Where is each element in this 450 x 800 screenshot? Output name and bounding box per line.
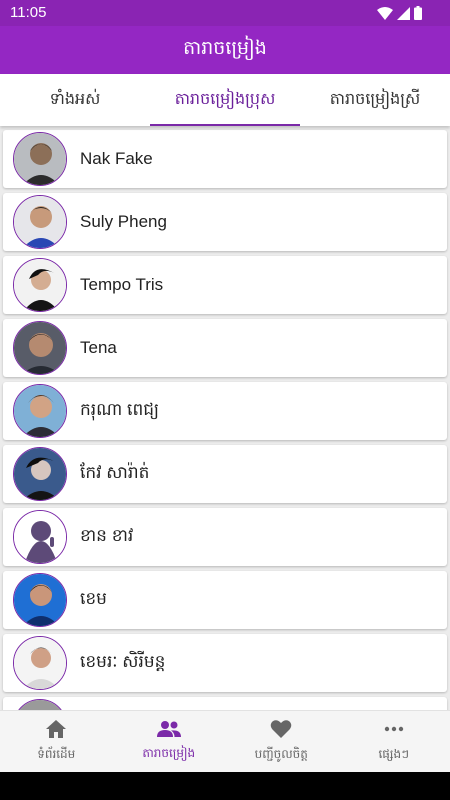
tab-label: តារាចម្រៀងប្រុស (174, 89, 276, 108)
avatar (13, 321, 67, 375)
system-nav-bar (0, 772, 450, 800)
tab-male-singers[interactable]: តារាចម្រៀងប្រុស (150, 74, 300, 126)
avatar (13, 699, 67, 710)
nav-home[interactable]: ទំព័រដើម (0, 711, 113, 772)
artist-name: Tempo Tris (80, 275, 164, 294)
avatar (13, 384, 67, 438)
avatar (13, 195, 67, 249)
avatar (13, 132, 67, 186)
list-item[interactable]: ខេម (3, 571, 447, 629)
list-item[interactable]: Tempo Tris (3, 256, 447, 314)
list-item[interactable]: កែវ សារ៉ាត់ (3, 445, 447, 503)
avatar (13, 573, 67, 627)
wifi-icon (377, 5, 393, 24)
artist-name: ខាន ខាវ (80, 525, 134, 545)
artist-name: ករុណា ពេជ្យ (80, 399, 160, 419)
more-icon (383, 719, 405, 743)
artist-name: Nak Fake (80, 149, 153, 168)
battery-icon (414, 5, 422, 24)
nav-label: ផ្សេងៗ (378, 747, 410, 761)
artist-name: Tena (80, 338, 117, 357)
list-item[interactable]: ខេមរៈ សិរីមន្ត (3, 634, 447, 692)
list-item[interactable]: Tena (3, 319, 447, 377)
nav-singers[interactable]: តារាចម្រៀង (113, 711, 226, 772)
list-item[interactable]: Suly Pheng (3, 193, 447, 251)
bottom-nav: ទំព័រដើម តារាចម្រៀង បញ្ជីចូលចិត្ត ផ្សេងៗ (0, 710, 450, 772)
status-bar: 11:05 (0, 0, 450, 26)
nav-label: បញ្ជីចូលចិត្ត (254, 747, 308, 761)
list-item[interactable]: ខាន ខាវ (3, 508, 447, 566)
list-item[interactable]: Nak Fake (3, 130, 447, 188)
status-icons (377, 5, 422, 24)
tab-female-singers[interactable]: តារាចម្រៀងស្រី (300, 74, 450, 126)
signal-icon (397, 5, 410, 24)
nav-label: ទំព័រដើម (37, 747, 76, 761)
list-item[interactable]: ករុណា ពេជ្យ (3, 382, 447, 440)
app-title: តារាចម្រៀង (183, 37, 267, 59)
list-item-partial[interactable] (3, 697, 447, 710)
tab-all[interactable]: ទាំងអស់ (0, 74, 150, 126)
avatar (13, 636, 67, 690)
status-time: 11:05 (10, 4, 47, 21)
artist-list[interactable]: Nak Fake Suly Pheng Tempo Tris Tena ករុណ… (0, 128, 450, 710)
avatar (13, 258, 67, 312)
people-icon (156, 720, 181, 742)
app-bar: តារាចម្រៀង (0, 26, 450, 74)
avatar (13, 510, 67, 564)
nav-more[interactable]: ផ្សេងៗ (338, 711, 450, 772)
nav-label: តារាចម្រៀង (142, 746, 196, 760)
artist-name: Suly Pheng (80, 212, 167, 231)
artist-name: ខេម (80, 588, 107, 608)
home-icon (45, 719, 67, 743)
artist-name: កែវ សារ៉ាត់ (80, 462, 150, 482)
tab-label: ទាំងអស់ (49, 89, 101, 108)
tab-label: តារាចម្រៀងស្រី (329, 89, 421, 108)
nav-favorites[interactable]: បញ្ជីចូលចិត្ត (225, 711, 338, 772)
tab-bar: ទាំងអស់ តារាចម្រៀងប្រុស តារាចម្រៀងស្រី (0, 74, 450, 126)
artist-name: ខេមរៈ សិរីមន្ត (80, 651, 166, 671)
heart-icon (270, 719, 292, 743)
avatar (13, 447, 67, 501)
